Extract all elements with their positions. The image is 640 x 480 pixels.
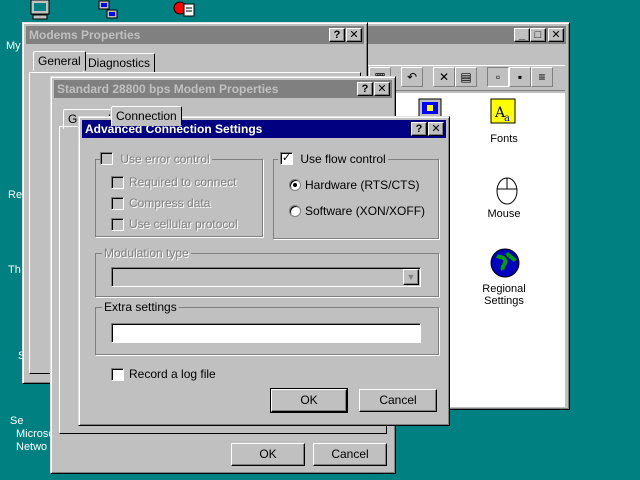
- close-button[interactable]: ✕: [374, 82, 390, 96]
- use-flow-control-checkbox[interactable]: ✓: [280, 152, 293, 166]
- extra-settings-input[interactable]: [111, 323, 421, 343]
- desktop-label-th: Th: [8, 264, 21, 276]
- modulation-type-label: Modulation type: [102, 246, 191, 260]
- properties-icon[interactable]: ▤: [455, 67, 477, 87]
- help-button[interactable]: ?: [329, 28, 345, 42]
- modem-props-title: Standard 28800 bps Modem Properties: [57, 82, 279, 96]
- use-cellular-protocol-label: Use cellular protocol: [129, 217, 238, 231]
- close-button[interactable]: ✕: [346, 28, 362, 42]
- svg-text:a: a: [504, 113, 510, 124]
- advanced-connection-settings-dialog[interactable]: Advanced Connection Settings ? ✕ Use err…: [78, 116, 450, 426]
- network-neighborhood-icon[interactable]: [96, 0, 120, 24]
- use-cellular-protocol-checkbox[interactable]: [111, 218, 124, 231]
- mouse-icon[interactable]: [493, 173, 521, 205]
- modems-title: Modems Properties: [29, 28, 141, 42]
- small-icons-icon[interactable]: ▪: [509, 67, 531, 87]
- cancel-button[interactable]: Cancel: [359, 389, 437, 412]
- tab-connection[interactable]: Connection: [111, 106, 182, 126]
- hardware-radio[interactable]: [289, 179, 301, 191]
- extra-settings-label: Extra settings: [102, 300, 179, 314]
- desktop-label-se: Se: [10, 415, 24, 427]
- cancel-button[interactable]: Cancel: [313, 443, 387, 466]
- desktop-label-re: Re: [8, 189, 23, 201]
- delete-icon[interactable]: ✕: [433, 67, 455, 87]
- fonts-icon[interactable]: Aa: [489, 97, 519, 125]
- fonts-label[interactable]: Fonts: [469, 133, 539, 145]
- chevron-down-icon[interactable]: ▼: [403, 269, 419, 285]
- minimize-button[interactable]: _: [514, 28, 530, 42]
- required-to-connect-checkbox[interactable]: [111, 176, 124, 189]
- mouse-label[interactable]: Mouse: [469, 208, 539, 220]
- desktop-label-my: My: [6, 40, 21, 52]
- error-control-label: Use error control: [100, 152, 212, 167]
- software-label: Software (XON/XOFF): [305, 204, 426, 218]
- record-log-file-checkbox[interactable]: [111, 368, 124, 381]
- desktop-label-netwo: Netwo: [16, 441, 48, 453]
- control-panel-titlebar[interactable]: _ □ ✕: [364, 26, 566, 44]
- regional-settings-label[interactable]: Regional Settings: [464, 283, 544, 307]
- help-button[interactable]: ?: [357, 82, 373, 96]
- hardware-label: Hardware (RTS/CTS): [305, 178, 420, 192]
- close-button[interactable]: ✕: [548, 28, 564, 42]
- close-button[interactable]: ✕: [428, 122, 444, 136]
- regional-settings-icon[interactable]: [489, 247, 521, 279]
- inbox-icon[interactable]: [172, 0, 196, 24]
- use-error-control-checkbox[interactable]: [100, 152, 113, 166]
- compress-data-checkbox[interactable]: [111, 197, 124, 210]
- modem-props-titlebar[interactable]: Standard 28800 bps Modem Properties ? ✕: [54, 80, 392, 98]
- compress-data-label: Compress data: [129, 196, 211, 210]
- tab-general[interactable]: General: [33, 51, 86, 71]
- desktop-label-microso: Microso: [16, 428, 55, 440]
- modems-titlebar[interactable]: Modems Properties ? ✕: [26, 26, 364, 44]
- required-to-connect-label: Required to connect: [129, 175, 237, 189]
- large-icons-icon[interactable]: ▫: [487, 67, 509, 87]
- undo-icon[interactable]: ↶: [401, 67, 423, 87]
- modulation-type-select[interactable]: [111, 267, 421, 287]
- ok-button[interactable]: OK: [270, 388, 348, 413]
- flow-control-group: ✓ Use flow control: [273, 152, 439, 239]
- flow-control-label: ✓ Use flow control: [278, 152, 388, 167]
- ok-button[interactable]: OK: [231, 443, 305, 466]
- my-computer-icon[interactable]: [28, 0, 52, 24]
- record-log-file-label: Record a log file: [129, 367, 216, 381]
- maximize-button[interactable]: □: [530, 28, 546, 42]
- help-button[interactable]: ?: [411, 122, 427, 136]
- list-icon[interactable]: ≡: [531, 67, 553, 87]
- tab-diagnostics[interactable]: Diagnostics: [83, 53, 156, 73]
- software-radio[interactable]: [289, 205, 301, 217]
